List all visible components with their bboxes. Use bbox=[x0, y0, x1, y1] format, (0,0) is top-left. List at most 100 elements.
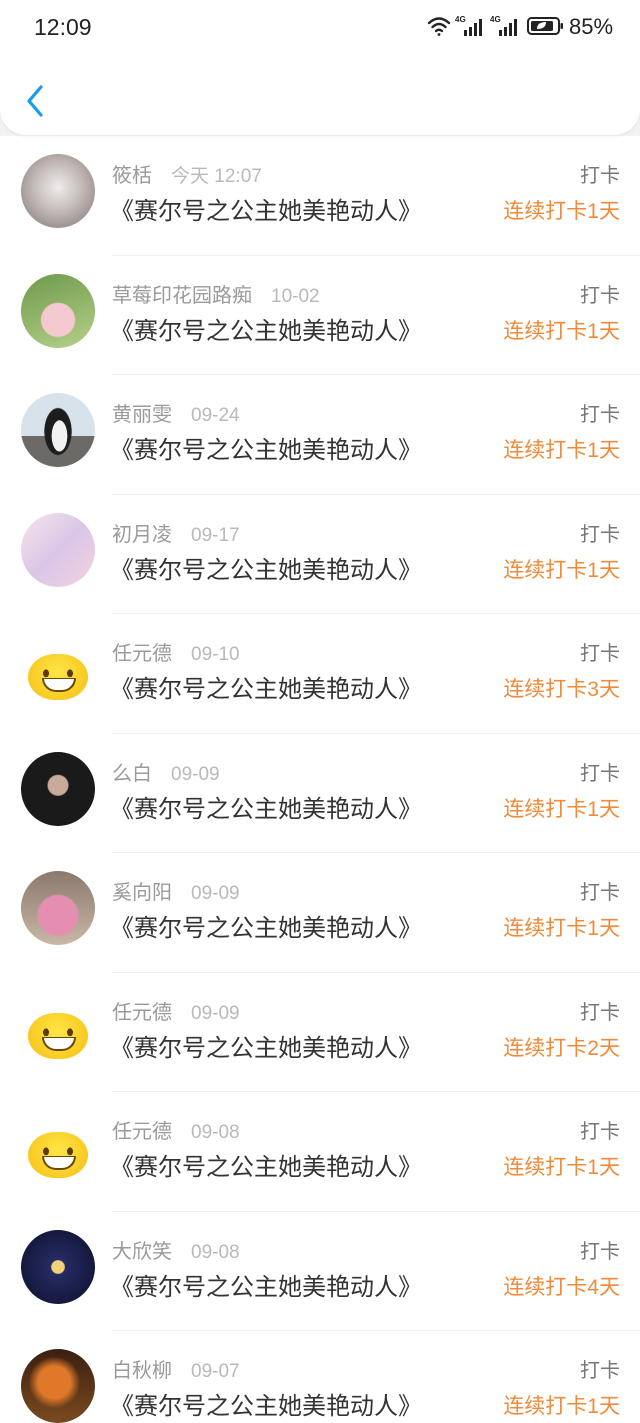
checkin-label: 打卡 bbox=[580, 165, 620, 187]
user-name: 筱栝 bbox=[112, 165, 152, 187]
checkin-row[interactable]: 黄丽雯 09-24 《赛尔号之公主她美艳动人》 打卡连续打卡1天 bbox=[0, 375, 640, 495]
row-meta: 奚向阳 09-09 bbox=[112, 880, 240, 907]
back-button[interactable] bbox=[18, 80, 52, 122]
row-meta: 任元德 09-09 bbox=[112, 1000, 240, 1027]
streak-badge: 连续打卡3天 bbox=[503, 678, 620, 701]
checkin-row[interactable]: 任元德 09-08 《赛尔号之公主她美艳动人》 打卡连续打卡1天 bbox=[0, 1092, 640, 1212]
streak-badge: 连续打卡1天 bbox=[503, 200, 620, 223]
checkin-time: 09-24 bbox=[191, 405, 240, 426]
top-bar: 12:09 4G 4G 85% bbox=[0, 0, 640, 135]
row-meta: 任元德 09-10 bbox=[112, 641, 240, 668]
avatar[interactable] bbox=[21, 1110, 95, 1184]
checkin-time: 09-10 bbox=[191, 644, 240, 665]
streak-badge: 连续打卡1天 bbox=[503, 1395, 620, 1418]
avatar[interactable] bbox=[21, 512, 95, 587]
row-meta: 初月凌 09-17 bbox=[112, 522, 240, 549]
streak-badge: 连续打卡1天 bbox=[503, 558, 620, 582]
checkin-label: 打卡 bbox=[580, 1240, 620, 1263]
streak-badge: 连续打卡4天 bbox=[503, 1275, 620, 1299]
user-name: 么白 bbox=[112, 762, 152, 785]
svg-text:4G: 4G bbox=[490, 15, 501, 24]
checkin-time: 今天 12:07 bbox=[171, 166, 262, 187]
checkin-row[interactable]: 草莓印花园路痴 10-02 《赛尔号之公主她美艳动人》 打卡连续打卡1天 bbox=[0, 256, 640, 375]
checkin-row[interactable]: 筱栝 今天 12:07 《赛尔号之公主她美艳动人》 打卡连续打卡1天 bbox=[0, 136, 640, 256]
checkin-label: 打卡 bbox=[580, 1001, 620, 1024]
checkin-time: 09-08 bbox=[191, 1241, 240, 1263]
wifi-icon bbox=[427, 17, 451, 36]
book-title: 《赛尔号之公主她美艳动人》 bbox=[110, 795, 422, 823]
row-meta: 草莓印花园路痴 10-02 bbox=[112, 283, 320, 310]
book-title: 《赛尔号之公主她美艳动人》 bbox=[110, 556, 422, 584]
signal-4g-icon: 4G bbox=[455, 15, 482, 36]
book-title: 《赛尔号之公主她美艳动人》 bbox=[110, 198, 422, 225]
avatar[interactable] bbox=[21, 990, 95, 1065]
checkin-time: 10-02 bbox=[271, 285, 320, 307]
streak-badge: 连续打卡2天 bbox=[503, 1036, 620, 1060]
checkin-time: 09-08 bbox=[191, 1122, 240, 1143]
book-title: 《赛尔号之公主她美艳动人》 bbox=[110, 1393, 422, 1420]
avatar[interactable] bbox=[21, 871, 95, 945]
checkin-time: 09-09 bbox=[191, 883, 240, 904]
svg-text:4G: 4G bbox=[455, 15, 466, 24]
user-name: 初月凌 bbox=[112, 523, 172, 546]
user-name: 白秋柳 bbox=[112, 1360, 172, 1382]
avatar[interactable] bbox=[21, 751, 95, 826]
row-meta: 筱栝 今天 12:07 bbox=[112, 163, 262, 190]
checkin-label: 打卡 bbox=[580, 762, 620, 785]
streak-badge: 连续打卡1天 bbox=[503, 319, 620, 343]
checkin-label: 打卡 bbox=[580, 643, 620, 665]
user-name: 黄丽雯 bbox=[112, 404, 172, 426]
checkin-list: 筱栝 今天 12:07 《赛尔号之公主她美艳动人》 打卡 连续打卡1天 草莓印花园路痴 10… bbox=[0, 136, 640, 1423]
status-time: 12:09 bbox=[34, 14, 92, 40]
row-meta: 黄丽雯 09-24 bbox=[112, 402, 240, 429]
checkin-row[interactable]: 任元德 09-09 《赛尔号之公主她美艳动人》 打卡连续打卡2天 bbox=[0, 973, 640, 1092]
checkin-label: 打卡 bbox=[580, 1360, 620, 1382]
checkin-label: 打卡 bbox=[580, 523, 620, 546]
chevron-left-icon bbox=[27, 85, 43, 117]
avatar[interactable] bbox=[21, 632, 95, 706]
battery-icon bbox=[527, 17, 563, 35]
book-title: 《赛尔号之公主她美艳动人》 bbox=[110, 915, 422, 942]
user-name: 任元德 bbox=[112, 643, 172, 665]
avatar[interactable] bbox=[21, 393, 95, 467]
book-title: 《赛尔号之公主她美艳动人》 bbox=[110, 1034, 422, 1062]
row-meta: 任元德 09-08 bbox=[112, 1119, 240, 1146]
book-title: 《赛尔号之公主她美艳动人》 bbox=[110, 437, 422, 464]
checkin-row[interactable]: 奚向阳 09-09 《赛尔号之公主她美艳动人》 打卡连续打卡1天 bbox=[0, 853, 640, 973]
user-name: 大欣笑 bbox=[112, 1240, 172, 1263]
checkin-label: 打卡 bbox=[580, 284, 620, 307]
avatar[interactable] bbox=[21, 1349, 95, 1423]
streak-badge: 连续打卡1天 bbox=[503, 917, 620, 940]
signal-4g-icon: 4G bbox=[490, 15, 517, 36]
checkin-row[interactable]: 么白 09-09 《赛尔号之公主她美艳动人》 打卡连续打卡1天 bbox=[0, 734, 640, 853]
user-name: 任元德 bbox=[112, 1121, 172, 1143]
row-meta: 么白 09-09 bbox=[112, 761, 220, 788]
streak-badge: 连续打卡1天 bbox=[503, 1156, 620, 1179]
user-name: 任元德 bbox=[112, 1001, 172, 1024]
battery-level: 85% bbox=[569, 14, 614, 39]
book-title: 《赛尔号之公主她美艳动人》 bbox=[110, 1154, 422, 1181]
checkin-time: 09-09 bbox=[191, 1002, 240, 1024]
book-title: 《赛尔号之公主她美艳动人》 bbox=[110, 676, 422, 703]
avatar[interactable] bbox=[21, 1229, 95, 1304]
row-meta: 大欣笑 09-08 bbox=[112, 1239, 240, 1266]
user-name: 草莓印花园路痴 bbox=[112, 284, 252, 307]
checkin-label: 打卡 bbox=[580, 404, 620, 426]
checkin-label: 打卡 bbox=[580, 1121, 620, 1143]
checkin-row[interactable]: 任元德 09-10 《赛尔号之公主她美艳动人》 打卡连续打卡3天 bbox=[0, 614, 640, 734]
row-meta: 白秋柳 09-07 bbox=[112, 1358, 240, 1385]
user-name: 奚向阳 bbox=[112, 882, 172, 904]
streak-badge: 连续打卡1天 bbox=[503, 797, 620, 821]
checkin-row[interactable]: 白秋柳 09-07 《赛尔号之公主她美艳动人》 打卡连续打卡1天 bbox=[0, 1331, 640, 1423]
book-title: 《赛尔号之公主她美艳动人》 bbox=[110, 317, 422, 345]
checkin-label: 打卡 bbox=[580, 882, 620, 904]
avatar[interactable] bbox=[21, 273, 95, 348]
checkin-time: 09-17 bbox=[191, 524, 240, 546]
checkin-time: 09-07 bbox=[191, 1361, 240, 1382]
book-title: 《赛尔号之公主她美艳动人》 bbox=[110, 1273, 422, 1301]
checkin-row[interactable]: 大欣笑 09-08 《赛尔号之公主她美艳动人》 打卡连续打卡4天 bbox=[0, 1212, 640, 1331]
checkin-row[interactable]: 初月凌 09-17 《赛尔号之公主她美艳动人》 打卡连续打卡1天 bbox=[0, 495, 640, 614]
streak-badge: 连续打卡1天 bbox=[503, 439, 620, 462]
avatar[interactable] bbox=[21, 154, 95, 228]
status-icons: 4G 4G bbox=[427, 15, 563, 36]
